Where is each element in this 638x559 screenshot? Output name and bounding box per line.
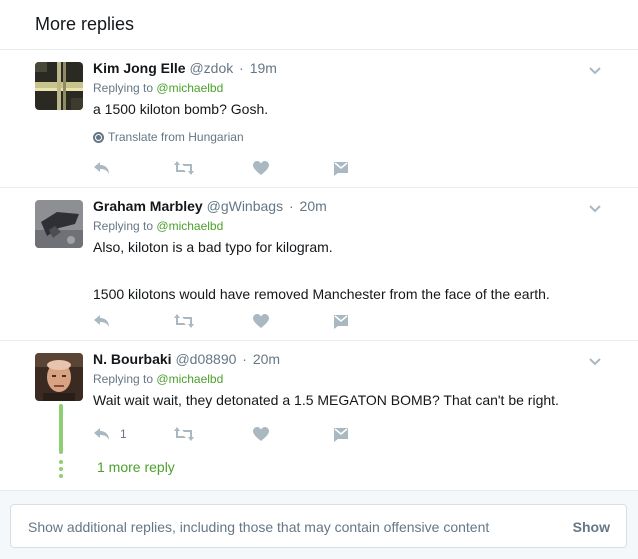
like-icon [253, 313, 269, 328]
footer-area: Show additional replies, including those… [0, 490, 638, 559]
thread-line [59, 404, 63, 454]
author-handle[interactable]: @d08890 [175, 351, 236, 367]
retweet-icon [174, 314, 194, 328]
timestamp[interactable]: 20m [300, 198, 327, 214]
retweet-icon [174, 427, 194, 441]
tweet-text: Also, kiloton is a bad typo for kilogram… [93, 239, 333, 255]
separator-dot: · [239, 60, 244, 76]
separator-dot: · [288, 198, 294, 214]
avatar[interactable] [35, 353, 83, 401]
author-handle[interactable]: @gWinbags [207, 198, 283, 214]
caret-down-icon[interactable] [588, 355, 602, 369]
tweet-text: Wait wait wait, they detonated a 1.5 MEG… [93, 392, 559, 408]
action-bar [93, 159, 413, 177]
author-handle[interactable]: @zdok [189, 60, 233, 76]
replying-label: Replying to [93, 372, 154, 386]
timestamp[interactable]: 20m [253, 351, 280, 367]
mention-link[interactable]: @michaelbd [156, 372, 223, 386]
avatar[interactable] [35, 62, 83, 110]
dm-icon [334, 315, 348, 329]
reply-button[interactable]: 1 [93, 425, 173, 443]
caret-down-icon[interactable] [588, 64, 602, 78]
author-name[interactable]: Graham Marbley [93, 198, 203, 214]
mention-link[interactable]: @michaelbd [156, 219, 223, 233]
avatar[interactable] [35, 200, 83, 248]
retweet-button[interactable] [173, 312, 253, 330]
reply-icon [94, 428, 109, 440]
tweet[interactable]: Graham Marbley @gWinbags · 20m Replying … [0, 188, 638, 341]
like-button[interactable] [253, 425, 333, 443]
replying-to: Replying to @michaelbd [93, 81, 598, 95]
timestamp[interactable]: 19m [250, 60, 277, 76]
dm-button[interactable] [333, 425, 413, 443]
show-additional-replies-bar[interactable]: Show additional replies, including those… [10, 504, 627, 548]
tweet-text: 1500 kilotons would have removed Manches… [93, 286, 550, 302]
reply-button[interactable] [93, 159, 173, 177]
dm-icon [334, 162, 348, 176]
translate-link[interactable]: Translate from Hungarian [93, 130, 598, 144]
replying-to: Replying to @michaelbd [93, 372, 598, 386]
globe-icon [93, 131, 104, 143]
tweet-text: a 1500 kiloton bomb? Gosh. [93, 101, 269, 117]
author-name[interactable]: Kim Jong Elle [93, 60, 186, 76]
retweet-button[interactable] [173, 159, 253, 177]
retweet-button[interactable] [173, 425, 253, 443]
retweet-icon [174, 161, 194, 175]
dm-button[interactable] [333, 159, 413, 177]
like-button[interactable] [253, 312, 333, 330]
reply-icon [94, 162, 109, 174]
dm-icon [334, 428, 348, 442]
reply-button[interactable] [93, 312, 173, 330]
replying-label: Replying to [93, 219, 154, 233]
tweet[interactable]: Kim Jong Elle @zdok · 19m Replying to @m… [0, 50, 638, 188]
mention-link[interactable]: @michaelbd [156, 81, 223, 95]
like-icon [253, 426, 269, 441]
separator-dot: · [242, 351, 247, 367]
action-bar [93, 312, 413, 330]
dm-button[interactable] [333, 312, 413, 330]
reply-count: 1 [120, 427, 127, 441]
show-additional-text: Show additional replies, including those… [28, 519, 490, 535]
tweet[interactable]: N. Bourbaki @d08890 · 20m Replying to @m… [0, 341, 638, 491]
reply-icon [94, 315, 109, 327]
thread-dots [59, 460, 63, 481]
action-bar: 1 [93, 425, 413, 443]
like-icon [253, 160, 269, 175]
replying-label: Replying to [93, 81, 154, 95]
like-button[interactable] [253, 159, 333, 177]
replies-header: More replies [0, 0, 638, 50]
caret-down-icon[interactable] [588, 202, 602, 216]
show-button[interactable]: Show [573, 519, 610, 535]
more-reply-link[interactable]: 1 more reply [97, 459, 175, 475]
translate-label[interactable]: Translate from Hungarian [108, 130, 244, 144]
section-title: More replies [35, 14, 135, 34]
author-name[interactable]: N. Bourbaki [93, 351, 172, 367]
replying-to: Replying to @michaelbd [93, 219, 598, 233]
